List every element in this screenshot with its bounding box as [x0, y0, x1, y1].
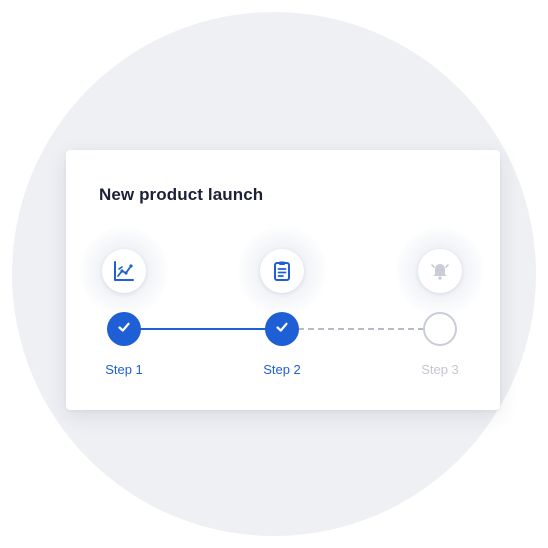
card-title: New product launch	[99, 185, 264, 204]
check-icon	[274, 319, 290, 340]
check-icon	[116, 319, 132, 340]
step-2-icon-disc	[260, 249, 304, 293]
progress-line-pending	[298, 328, 424, 330]
step-3-icon-disc	[418, 249, 462, 293]
step-1-icon-disc	[102, 249, 146, 293]
launch-progress-card: New product launch Step 1 Step 2 Step 3	[66, 150, 500, 410]
step-2-node[interactable]	[265, 312, 299, 346]
step-1-node[interactable]	[107, 312, 141, 346]
step-1-label: Step 1	[105, 362, 143, 377]
step-3-label: Step 3	[421, 362, 459, 377]
bell-icon	[428, 259, 452, 283]
stage: New product launch Step 1 Step 2 Step 3	[0, 0, 548, 548]
chart-icon	[112, 259, 136, 283]
clipboard-icon	[270, 259, 294, 283]
progress-line-complete	[124, 328, 281, 330]
step-3-node[interactable]	[423, 312, 457, 346]
step-2-label: Step 2	[263, 362, 301, 377]
